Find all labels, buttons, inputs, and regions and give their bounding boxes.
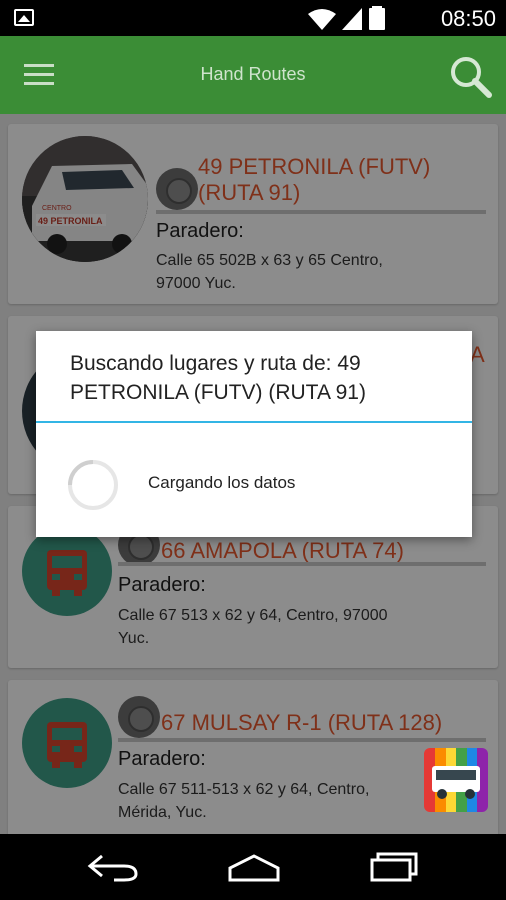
wifi-icon bbox=[308, 9, 336, 30]
search-icon[interactable] bbox=[446, 52, 494, 100]
loading-spinner-icon bbox=[68, 460, 118, 510]
gallery-notification-icon bbox=[14, 9, 34, 26]
battery-icon bbox=[369, 6, 385, 30]
dialog-title: Buscando lugares y ruta de: 49 PETRONILA… bbox=[70, 352, 366, 404]
back-icon[interactable] bbox=[84, 850, 144, 884]
clock: 08:50 bbox=[440, 6, 496, 31]
recents-icon[interactable] bbox=[364, 850, 424, 884]
status-bar: 08:50 bbox=[0, 0, 506, 36]
app-title: Hand Routes bbox=[200, 64, 306, 84]
system-nav-bar bbox=[0, 834, 506, 900]
signal-icon bbox=[342, 8, 362, 30]
dialog-divider bbox=[36, 421, 472, 423]
app-shortcut-icon[interactable] bbox=[424, 748, 488, 812]
home-icon[interactable] bbox=[224, 850, 284, 884]
loading-dialog: Buscando lugares y ruta de: 49 PETRONILA… bbox=[36, 331, 472, 537]
dialog-message: Cargando los datos bbox=[148, 473, 296, 492]
app-bar: Hand Routes bbox=[0, 36, 506, 114]
status-icons bbox=[308, 6, 385, 30]
